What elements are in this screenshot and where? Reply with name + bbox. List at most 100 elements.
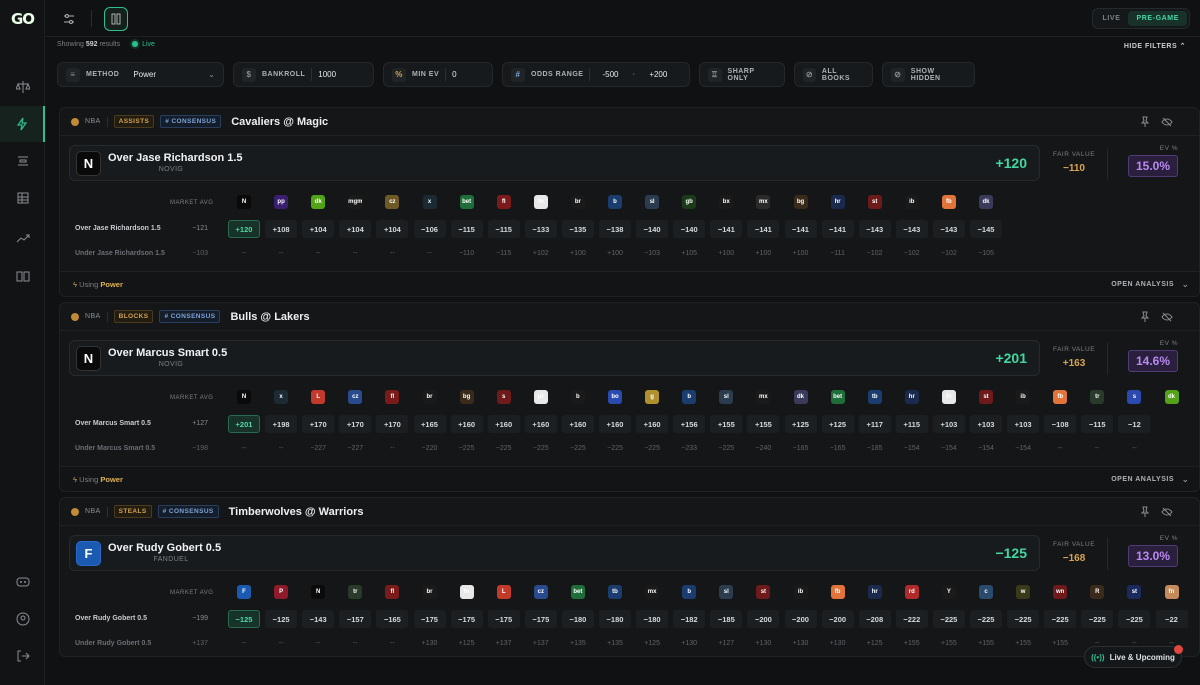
over-odds-cell[interactable]: +117 (858, 415, 891, 433)
nav-book-icon[interactable] (0, 258, 45, 294)
over-odds-cell[interactable]: +104 (339, 220, 372, 238)
under-odds-cell[interactable]: +105 (673, 250, 705, 257)
over-odds-cell[interactable]: +160 (524, 415, 557, 433)
over-odds-cell[interactable]: +165 (413, 415, 446, 433)
under-odds-cell[interactable]: −227 (302, 445, 334, 452)
under-odds-cell[interactable]: +102 (525, 250, 557, 257)
over-odds-cell[interactable]: +160 (561, 415, 594, 433)
nav-arbitrage-icon[interactable] (0, 143, 45, 179)
under-odds-cell[interactable]: -- (228, 640, 260, 647)
over-odds-cell[interactable]: +160 (599, 415, 631, 433)
under-odds-cell[interactable]: +135 (599, 640, 631, 647)
pick-row[interactable]: F Over Rudy Gobert 0.5 FANDUEL −125 (69, 535, 1040, 571)
pin-icon[interactable] (1139, 311, 1151, 323)
under-odds-cell[interactable]: −225 (488, 445, 520, 452)
over-odds-cell[interactable]: −182 (673, 610, 706, 628)
nav-trend-icon[interactable] (0, 220, 45, 256)
over-odds-cell[interactable]: −12 (1118, 415, 1151, 433)
tab-live[interactable]: LIVE (1095, 11, 1129, 26)
live-upcoming-button[interactable]: ((•)) Live & Upcoming (1084, 646, 1182, 668)
under-odds-cell[interactable]: −240 (747, 445, 779, 452)
over-odds-cell[interactable]: −225 (1081, 610, 1114, 628)
over-odds-cell[interactable]: +104 (376, 220, 409, 238)
under-odds-cell[interactable]: -- (414, 250, 446, 257)
under-odds-cell[interactable]: −185 (859, 445, 891, 452)
over-odds-cell[interactable]: −157 (339, 610, 372, 628)
tab-pregame[interactable]: PRE-GAME (1128, 11, 1187, 26)
app-logo[interactable]: GO (11, 10, 39, 30)
discord-icon[interactable] (0, 564, 45, 600)
over-odds-cell[interactable]: −115 (450, 220, 483, 238)
over-odds-cell[interactable]: +120 (228, 220, 260, 238)
over-odds-cell[interactable]: +160 (636, 415, 669, 433)
under-odds-cell[interactable]: -- (376, 640, 408, 647)
over-odds-cell[interactable]: +170 (302, 415, 335, 433)
under-odds-cell[interactable]: −225 (451, 445, 483, 452)
over-odds-cell[interactable]: −180 (636, 610, 669, 628)
under-odds-cell[interactable]: +130 (414, 640, 446, 647)
under-odds-cell[interactable]: +100 (710, 250, 742, 257)
over-odds-cell[interactable]: −115 (1081, 415, 1114, 433)
under-odds-cell[interactable]: −220 (414, 445, 446, 452)
pick-row[interactable]: N Over Jase Richardson 1.5 NOVIG +120 (69, 145, 1040, 181)
over-odds-cell[interactable]: +103 (1007, 415, 1040, 433)
under-odds-cell[interactable]: −102 (896, 250, 928, 257)
over-odds-cell[interactable]: +115 (895, 415, 928, 433)
over-odds-cell[interactable]: −143 (302, 610, 335, 628)
under-odds-cell[interactable]: −165 (822, 445, 854, 452)
nav-scale-icon[interactable] (0, 69, 45, 105)
hide-icon[interactable] (1161, 506, 1173, 518)
over-odds-cell[interactable]: +103 (970, 415, 1002, 433)
over-odds-cell[interactable]: −175 (450, 610, 483, 628)
over-odds-cell[interactable]: −208 (858, 610, 891, 628)
over-odds-cell[interactable]: +156 (673, 415, 706, 433)
under-odds-cell[interactable]: -- (265, 640, 297, 647)
over-odds-cell[interactable]: −22 (1155, 610, 1188, 628)
under-odds-cell[interactable]: +130 (747, 640, 779, 647)
nav-table-icon[interactable] (0, 180, 45, 216)
over-odds-cell[interactable]: −200 (784, 610, 817, 628)
under-odds-cell[interactable]: +137 (525, 640, 557, 647)
pin-icon[interactable] (1139, 506, 1151, 518)
under-odds-cell[interactable]: −102 (933, 250, 965, 257)
over-odds-cell[interactable]: −225 (932, 610, 965, 628)
under-odds-cell[interactable]: -- (302, 250, 334, 257)
under-odds-cell[interactable]: −103 (636, 250, 668, 257)
open-analysis-button[interactable]: OPEN ANALYSIS (1111, 476, 1174, 483)
under-odds-cell[interactable]: +100 (747, 250, 779, 257)
logout-icon[interactable] (0, 638, 45, 674)
over-odds-cell[interactable]: +160 (450, 415, 483, 433)
over-odds-cell[interactable]: +125 (821, 415, 854, 433)
over-odds-cell[interactable]: −141 (821, 220, 854, 238)
under-odds-cell[interactable]: -- (228, 445, 260, 452)
under-odds-cell[interactable]: +100 (599, 250, 631, 257)
under-odds-cell[interactable]: −111 (822, 250, 854, 257)
under-odds-cell[interactable]: +130 (673, 640, 705, 647)
under-odds-cell[interactable]: +127 (710, 640, 742, 647)
under-odds-cell[interactable]: −110 (451, 250, 483, 257)
over-odds-cell[interactable]: +155 (710, 415, 743, 433)
under-odds-cell[interactable]: −227 (339, 445, 371, 452)
over-odds-cell[interactable]: +125 (784, 415, 817, 433)
under-odds-cell[interactable]: -- (228, 250, 260, 257)
over-odds-cell[interactable]: −108 (1044, 415, 1077, 433)
over-odds-cell[interactable]: −222 (895, 610, 928, 628)
over-odds-cell[interactable]: −138 (599, 220, 631, 238)
pin-icon[interactable] (1139, 116, 1151, 128)
open-analysis-button[interactable]: OPEN ANALYSIS (1111, 281, 1174, 288)
over-odds-cell[interactable]: −143 (895, 220, 928, 238)
over-odds-cell[interactable]: +201 (228, 415, 260, 433)
under-odds-cell[interactable]: -- (265, 250, 297, 257)
nav-bolt-icon[interactable] (0, 106, 45, 142)
over-odds-cell[interactable]: +160 (487, 415, 520, 433)
under-odds-cell[interactable]: −233 (673, 445, 705, 452)
under-odds-cell[interactable]: -- (1081, 445, 1113, 452)
under-odds-cell[interactable]: +130 (822, 640, 854, 647)
under-odds-cell[interactable]: −102 (859, 250, 891, 257)
over-odds-cell[interactable]: +104 (302, 220, 335, 238)
under-odds-cell[interactable]: -- (339, 640, 371, 647)
under-odds-cell[interactable]: +125 (451, 640, 483, 647)
under-odds-cell[interactable]: −225 (562, 445, 594, 452)
over-odds-cell[interactable]: +103 (932, 415, 965, 433)
over-odds-cell[interactable]: −106 (413, 220, 446, 238)
